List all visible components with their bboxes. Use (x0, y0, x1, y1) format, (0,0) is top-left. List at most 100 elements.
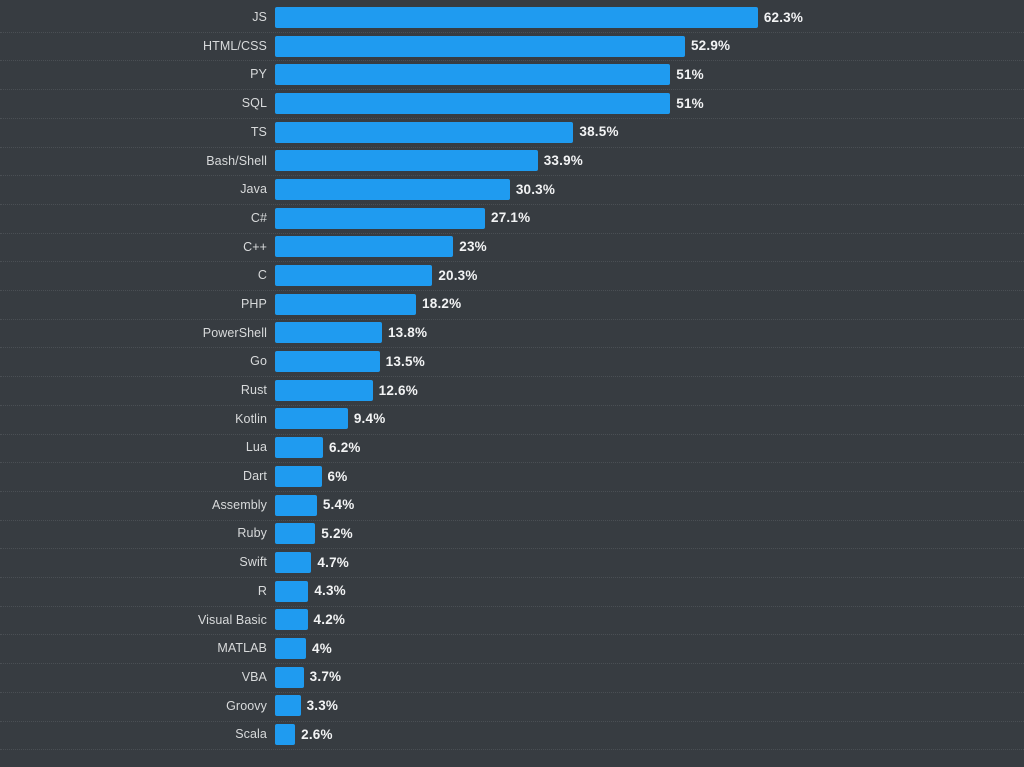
bar-track: 5.4% (275, 491, 1024, 520)
bar-value-label: 18.2% (422, 296, 462, 312)
bar[interactable] (275, 379, 373, 401)
bar-row: C 20.3% (0, 261, 1024, 290)
bar-value-label: 52.9% (690, 38, 731, 54)
bar-value-label: 9.4% (353, 411, 386, 427)
bar-track: 13.8% (275, 319, 1024, 348)
bar-track: 20.3% (275, 261, 1024, 290)
bar[interactable] (275, 465, 322, 487)
bar-track: 62.3% (275, 3, 1024, 32)
bar[interactable] (275, 293, 417, 315)
bar-row: Ruby 5.2% (0, 519, 1024, 548)
bar[interactable] (275, 523, 316, 545)
bar[interactable] (275, 121, 574, 143)
bar[interactable] (275, 408, 348, 430)
bar-row: C++ 23% (0, 233, 1024, 262)
bar[interactable] (275, 494, 317, 516)
bar-row: Kotlin 9.4% (0, 405, 1024, 434)
category-label: Scala (235, 727, 267, 742)
bar[interactable] (275, 724, 296, 746)
bar[interactable] (275, 322, 382, 344)
bar-value-label: 2.6% (301, 726, 333, 742)
chart-rows: JS 62.3% HTML/CSS 52.9% PY 51% SQL 51% TS 38.5% Ba… (0, 0, 1024, 749)
bar-value-label: 12.6% (378, 382, 418, 398)
bar[interactable] (275, 35, 685, 57)
bar[interactable] (275, 207, 486, 229)
bar-value-label: 4.7% (317, 554, 349, 570)
category-label: JS (252, 10, 267, 25)
category-label: Swift (239, 555, 267, 570)
bar-value-label: 4.2% (313, 612, 346, 628)
bar-row: MATLAB 4% (0, 634, 1024, 663)
bar[interactable] (275, 637, 306, 659)
bar-row: Rust 12.6% (0, 376, 1024, 405)
bar-row: Dart 6% (0, 462, 1024, 491)
bar[interactable] (275, 265, 433, 287)
bar-value-label: 13.8% (387, 325, 428, 341)
category-label: Groovy (226, 698, 267, 713)
bar-value-label: 4% (312, 640, 332, 656)
bar-track: 6.2% (275, 433, 1024, 462)
bar-track: 23% (275, 233, 1024, 262)
bar[interactable] (275, 150, 538, 172)
bar[interactable] (275, 437, 324, 459)
bar-value-label: 51% (676, 95, 704, 111)
bar[interactable] (275, 64, 671, 86)
bar[interactable] (275, 6, 758, 28)
category-label: Assembly (212, 497, 267, 512)
bar-value-label: 4.3% (314, 583, 346, 599)
bar-value-label: 33.9% (543, 153, 583, 169)
bar-value-label: 6.2% (329, 439, 361, 455)
bar-track: 51% (275, 60, 1024, 89)
bar-track: 38.5% (275, 118, 1024, 147)
bar[interactable] (275, 580, 309, 602)
bar-value-label: 27.1% (491, 210, 531, 226)
bar[interactable] (275, 178, 510, 200)
bar-row: R 4.3% (0, 577, 1024, 606)
bar-row: HTML/CSS 52.9% (0, 32, 1024, 61)
category-label: Rust (240, 383, 267, 398)
bar-row: PHP 18.2% (0, 290, 1024, 319)
category-label: Kotlin (235, 411, 267, 426)
category-label: TS (250, 124, 267, 139)
category-label: Bash/Shell (206, 153, 267, 168)
category-label: PY (250, 67, 267, 82)
bar-row: Java 30.3% (0, 175, 1024, 204)
bar-row: Swift 4.7% (0, 548, 1024, 577)
bar-value-label: 30.3% (515, 181, 556, 197)
bar-track: 3.3% (275, 692, 1024, 721)
bar-row: TS 38.5% (0, 118, 1024, 147)
bar-track: 52.9% (275, 32, 1024, 61)
category-label: HTML/CSS (202, 38, 267, 53)
bar[interactable] (275, 695, 301, 717)
bar-value-label: 62.3% (763, 9, 804, 25)
bar-track: 3.7% (275, 663, 1024, 692)
bar-value-label: 38.5% (579, 124, 619, 140)
bar-track: 30.3% (275, 175, 1024, 204)
bar-value-label: 5.4% (322, 497, 355, 513)
bar-track: 18.2% (275, 290, 1024, 319)
horizontal-bar-chart: JS 62.3% HTML/CSS 52.9% PY 51% SQL 51% TS 38.5% Ba… (0, 0, 1024, 767)
bar[interactable] (275, 609, 308, 631)
bar-value-label: 20.3% (438, 267, 478, 283)
bar[interactable] (275, 666, 304, 688)
bar-row: VBA 3.7% (0, 663, 1024, 692)
bar-track: 12.6% (275, 376, 1024, 405)
bar-value-label: 23% (459, 239, 487, 255)
bar[interactable] (275, 236, 454, 258)
category-label: C++ (243, 239, 267, 254)
category-label: Go (250, 354, 267, 369)
bar[interactable] (275, 551, 312, 573)
bar-row: SQL 51% (0, 89, 1024, 118)
category-label: PHP (240, 296, 267, 311)
bar-value-label: 6% (327, 468, 348, 484)
bar[interactable] (275, 92, 671, 114)
category-label: R (257, 583, 267, 598)
bar[interactable] (275, 351, 380, 373)
category-label: SQL (241, 96, 267, 111)
bar-row: Bash/Shell 33.9% (0, 146, 1024, 175)
category-label: Java (240, 182, 267, 197)
bar-row: Scala 2.6% (0, 720, 1024, 749)
bar-track: 6% (275, 462, 1024, 491)
bar-track: 33.9% (275, 146, 1024, 175)
category-label: C# (250, 210, 267, 225)
